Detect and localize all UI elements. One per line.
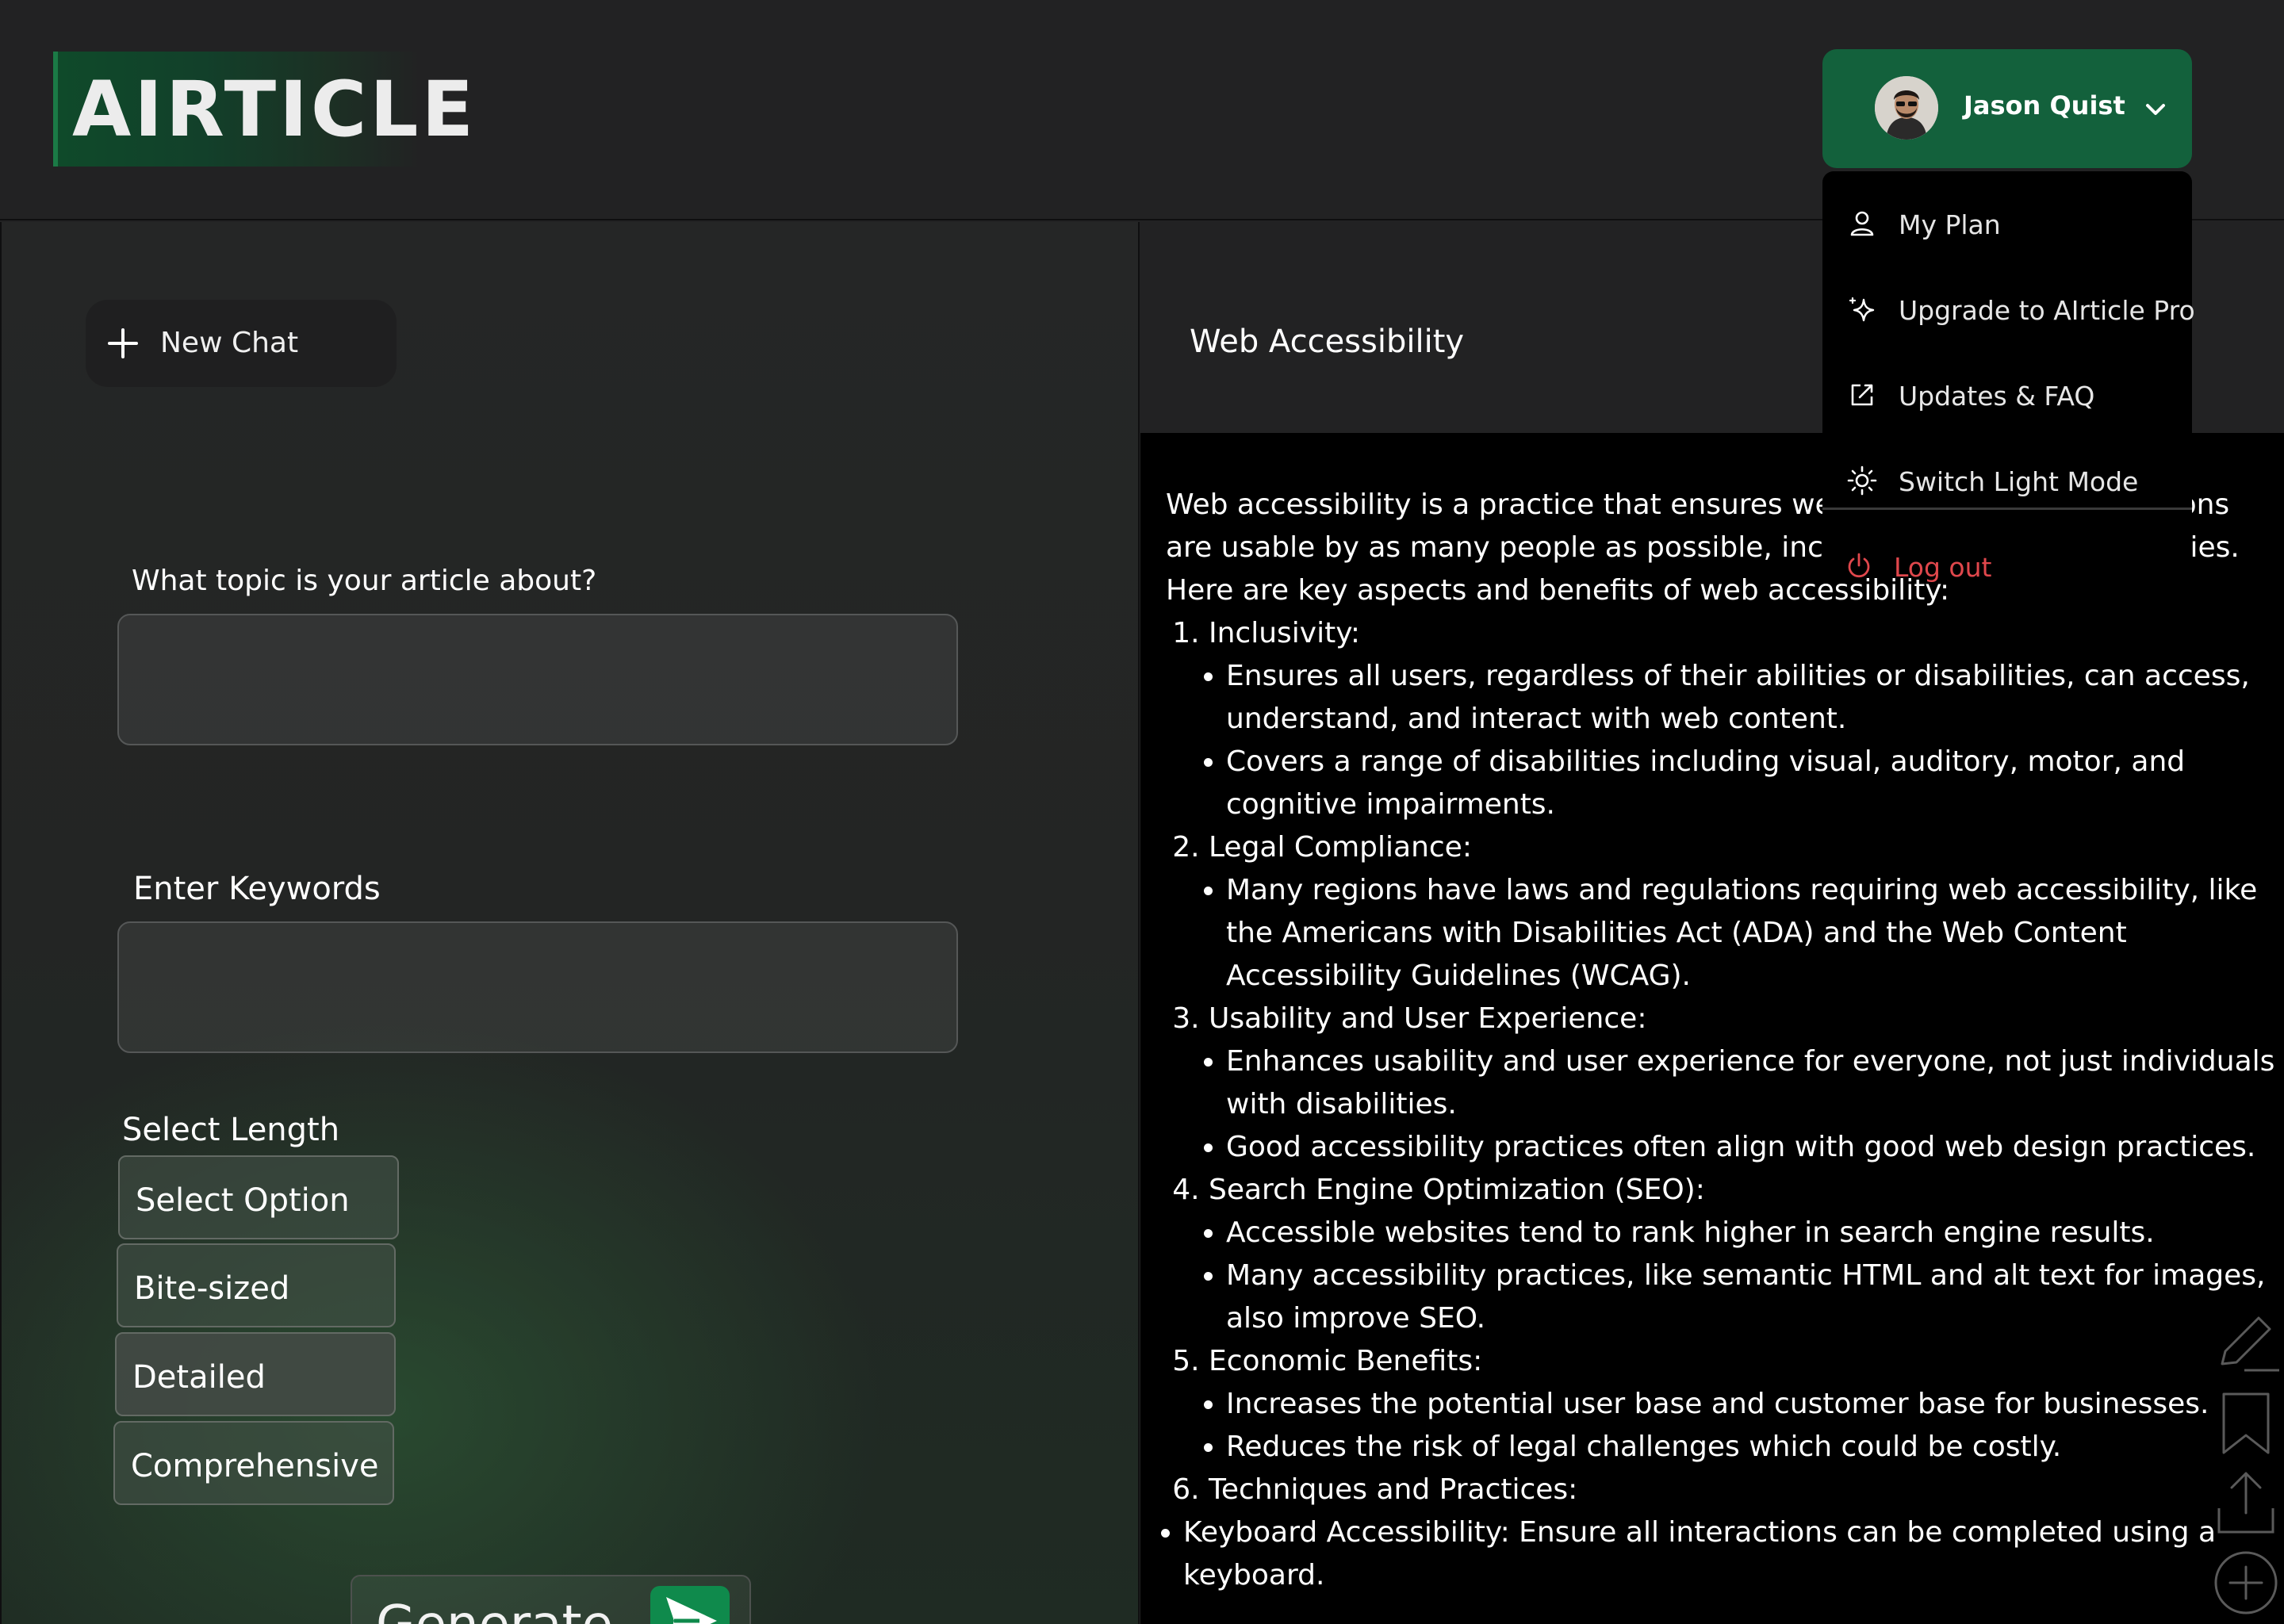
topic-label: What topic is your article about? <box>132 565 597 597</box>
length-option-label: Comprehensive <box>131 1448 379 1484</box>
power-icon <box>1848 553 1870 578</box>
section-point: Ensures all users, regardless of their a… <box>1226 655 2284 741</box>
section-point: Accessible websites tend to rank higher … <box>1226 1212 2284 1254</box>
length-label: Select Length <box>122 1112 340 1148</box>
menu-item-updates-faq[interactable]: Updates & FAQ <box>1822 355 2192 435</box>
menu-item-upgrade[interactable]: Upgrade to AIrticle Pro <box>1822 270 2195 349</box>
section-item: Usability and User Experience: Enhances … <box>1209 998 2284 1169</box>
app-logo[interactable]: AIRTICLE <box>53 52 473 167</box>
user-dropdown-menu: My Plan Upgrade to AIrticle Pro Updates … <box>1822 171 2195 583</box>
length-option-label: Select Option <box>136 1182 350 1219</box>
plus-icon <box>108 328 138 358</box>
section-item: Legal Compliance: Many regions have laws… <box>1209 826 2284 998</box>
section-point: Many accessibility practices, like seman… <box>1226 1254 2284 1340</box>
bookmark-icon[interactable] <box>2213 1389 2279 1456</box>
send-icon <box>666 1597 717 1624</box>
length-option-comprehensive[interactable]: Comprehensive <box>113 1421 394 1505</box>
new-chat-label: New Chat <box>160 327 299 359</box>
article-title: Web Accessibility <box>1190 324 1465 360</box>
section-point: Reduces the risk of legal challenges whi… <box>1226 1426 2284 1469</box>
article-content: Web accessibility is a practice that ens… <box>1140 433 2284 1624</box>
section-heading: Techniques and Practices: <box>1209 1473 1578 1506</box>
section-heading: Usability and User Experience: <box>1209 1002 1647 1035</box>
section-item: Economic Benefits: Increases the potenti… <box>1209 1340 2284 1469</box>
section-point: Good accessibility practices often align… <box>1226 1126 2284 1169</box>
topic-input[interactable] <box>117 614 958 745</box>
menu-item-label: Switch Light Mode <box>1899 466 2139 497</box>
section-item: Techniques and Practices: <box>1209 1469 2284 1511</box>
technique-list: Keyboard Accessibility: Ensure all inter… <box>1183 1511 2284 1597</box>
length-option-detailed[interactable]: Detailed <box>115 1332 396 1416</box>
menu-item-label: Updates & FAQ <box>1899 381 2095 412</box>
article-form-panel: New Chat What topic is your article abou… <box>0 222 1140 1624</box>
sun-icon <box>1847 465 1877 496</box>
section-point: Covers a range of disabilities including… <box>1226 741 2284 826</box>
article-sections: Inclusivity: Ensures all users, regardle… <box>1209 612 2284 1511</box>
section-point: Many regions have laws and regulations r… <box>1226 869 2284 998</box>
section-heading: Search Engine Optimization (SEO): <box>1209 1174 1705 1206</box>
sparkle-icon <box>1849 297 1875 322</box>
menu-divider <box>1822 508 2192 510</box>
length-option-label: Bite-sized <box>134 1270 290 1307</box>
menu-item-label: My Plan <box>1899 209 2001 240</box>
section-point: Increases the potential user base and cu… <box>1226 1383 2284 1426</box>
keywords-input[interactable] <box>117 921 958 1053</box>
section-heading: Legal Compliance: <box>1209 831 1472 864</box>
section-heading: Inclusivity: <box>1209 617 1361 649</box>
logo-text: AIRTICLE <box>72 65 477 154</box>
length-select[interactable]: Select Option <box>118 1155 399 1239</box>
technique-point: Keyboard Accessibility: Ensure all inter… <box>1183 1511 2284 1597</box>
menu-item-label: Upgrade to AIrticle Pro <box>1899 295 2195 326</box>
chevron-down-icon <box>2146 104 2165 115</box>
send-button[interactable] <box>650 1586 730 1624</box>
length-option-bite-sized[interactable]: Bite-sized <box>117 1243 396 1327</box>
menu-item-my-plan[interactable]: My Plan <box>1822 184 2192 263</box>
user-menu-button[interactable]: Jason Quist <box>1822 49 2192 168</box>
avatar <box>1875 76 1938 140</box>
new-chat-button[interactable]: New Chat <box>86 300 397 387</box>
user-icon <box>1850 211 1874 236</box>
share-icon[interactable] <box>2213 1469 2279 1535</box>
menu-item-logout[interactable]: Log out <box>1822 527 2192 606</box>
add-icon[interactable] <box>2213 1549 2279 1616</box>
section-item: Inclusivity: Ensures all users, regardle… <box>1209 612 2284 826</box>
section-point: Enhances usability and user experience f… <box>1226 1040 2284 1126</box>
generate-button[interactable]: Generate <box>351 1575 751 1624</box>
user-name: Jason Quist <box>1964 90 2125 121</box>
edit-icon[interactable] <box>2213 1308 2279 1375</box>
keywords-label: Enter Keywords <box>133 871 381 907</box>
external-link-icon <box>1851 384 1873 406</box>
generate-label: Generate <box>376 1595 613 1624</box>
length-option-label: Detailed <box>132 1359 266 1396</box>
section-item: Search Engine Optimization (SEO): Access… <box>1209 1169 2284 1340</box>
section-heading: Economic Benefits: <box>1209 1345 1483 1377</box>
menu-item-label: Log out <box>1894 552 1992 583</box>
